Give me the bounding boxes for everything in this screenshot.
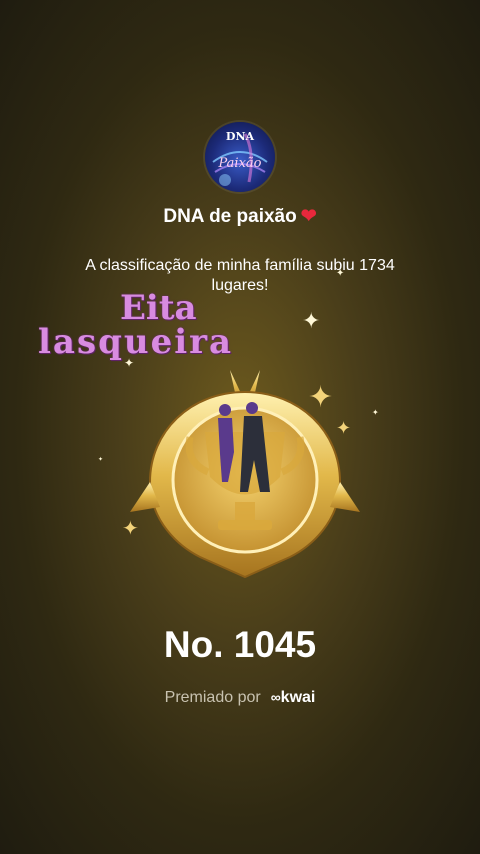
heart-icon: ❤	[300, 206, 317, 227]
kwai-brand-text: kwai	[280, 689, 316, 706]
sparkle-icon: ✦	[336, 418, 352, 438]
sparkle-icon: ✦	[302, 308, 321, 333]
sparkle-icon: ✦	[336, 268, 345, 279]
avatar-text-bottom: Paixão	[218, 156, 262, 171]
rank-number: No. 1045	[163, 624, 317, 665]
sparkle-icon: ✦	[372, 408, 379, 417]
sparkle-icon: ✦	[98, 457, 104, 463]
family-avatar[interactable]: DNA Paixão	[205, 122, 275, 192]
sticker-text: Eita lasqueira	[38, 288, 318, 362]
family-name-text: DNA de paixão	[163, 206, 297, 227]
sparkle-icon: ✦	[308, 381, 334, 414]
awarded-by: Premiado por ∞kwai	[0, 689, 480, 707]
sticker-line-2: lasqueira	[38, 322, 234, 362]
sparkle-icon: ✦	[122, 518, 139, 540]
kwai-logo-icon[interactable]: ∞kwai	[271, 689, 316, 706]
avatar-text-top: DNA	[225, 130, 255, 143]
awarded-by-text: Premiado por	[164, 689, 261, 706]
family-name: DNA de paixão ❤	[0, 205, 480, 228]
